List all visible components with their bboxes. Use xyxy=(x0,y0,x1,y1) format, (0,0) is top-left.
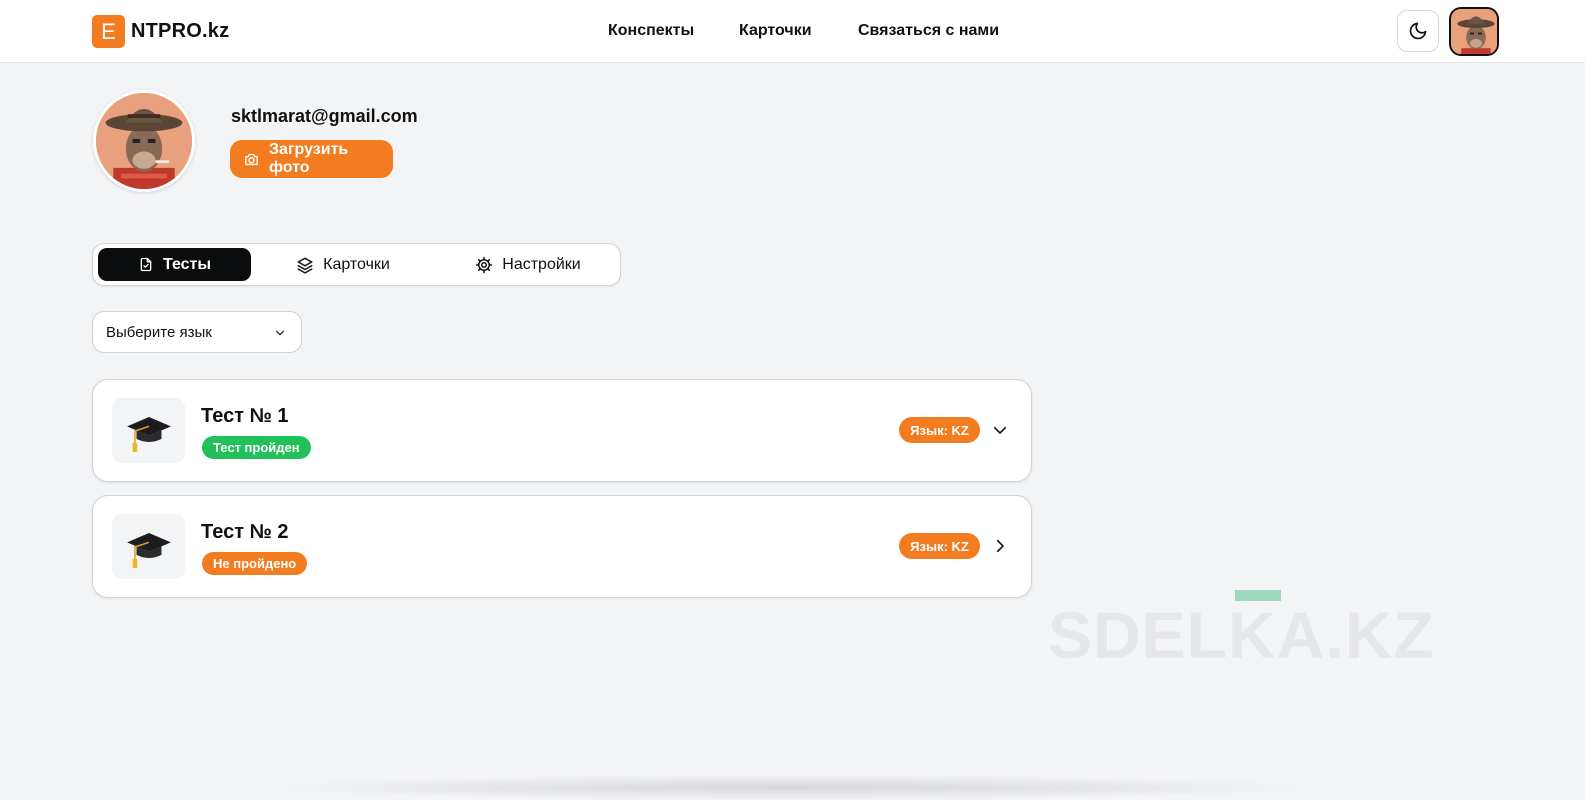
test-title: Тест № 1 xyxy=(201,405,289,427)
tab-settings-label: Настройки xyxy=(502,255,581,273)
profile-tabs: Тесты Карточки Настройки xyxy=(92,243,621,286)
gear-icon xyxy=(476,256,493,273)
tab-settings[interactable]: Настройки xyxy=(448,248,608,281)
moon-icon xyxy=(1409,22,1427,40)
watermark: SDELKA.KZ xyxy=(1048,598,1435,672)
logo-mark: E xyxy=(92,15,125,48)
status-badge: Не пройдено xyxy=(202,552,308,575)
tab-tests-label: Тесты xyxy=(162,255,212,273)
profile-avatar xyxy=(93,90,195,192)
logo-text: NTPRO.kz xyxy=(131,20,230,42)
chevron-right-icon[interactable] xyxy=(991,537,1009,555)
language-badge: Язык: KZ xyxy=(899,533,980,559)
ape-avatar-image xyxy=(1451,9,1497,54)
nav-link-konspekty[interactable]: Конспекты xyxy=(608,22,694,40)
status-badge: Тест пройден xyxy=(202,436,311,459)
file-check-icon xyxy=(140,257,152,272)
nav-link-contact[interactable]: Связаться с нами xyxy=(858,22,999,40)
theme-toggle-button[interactable] xyxy=(1397,10,1439,52)
upload-photo-button[interactable]: Загрузить фото xyxy=(230,140,393,178)
ape-avatar-image xyxy=(96,93,192,189)
layers-icon xyxy=(297,257,313,274)
tab-cards[interactable]: Карточки xyxy=(273,248,413,281)
test-title: Тест № 2 xyxy=(201,521,289,543)
upload-photo-label: Загрузить фото xyxy=(268,141,349,176)
language-select[interactable]: Выберите язык xyxy=(92,311,302,353)
tab-tests[interactable]: Тесты xyxy=(98,248,251,281)
user-email: sktlmarat@gmail.com xyxy=(231,106,418,126)
language-select-value: Выберите язык xyxy=(106,323,212,341)
camera-icon xyxy=(245,153,258,165)
graduation-cap-icon xyxy=(112,398,185,463)
graduation-cap-icon xyxy=(112,514,185,579)
bottom-shadow xyxy=(240,775,1340,800)
site-logo[interactable]: E NTPRO.kz xyxy=(92,15,229,48)
chevron-down-icon[interactable] xyxy=(991,421,1009,439)
test-card[interactable]: Тест № 2 Не пройдено Язык: KZ xyxy=(92,495,1032,598)
nav-link-kartochki[interactable]: Карточки xyxy=(739,22,812,40)
header-avatar[interactable] xyxy=(1449,7,1499,56)
chevron-down-icon xyxy=(275,330,285,336)
tab-cards-label: Карточки xyxy=(323,255,390,273)
test-card[interactable]: Тест № 1 Тест пройден Язык: KZ xyxy=(92,379,1032,482)
top-header: E NTPRO.kz Конспекты Карточки Связаться … xyxy=(0,0,1585,63)
language-badge: Язык: KZ xyxy=(899,417,980,443)
